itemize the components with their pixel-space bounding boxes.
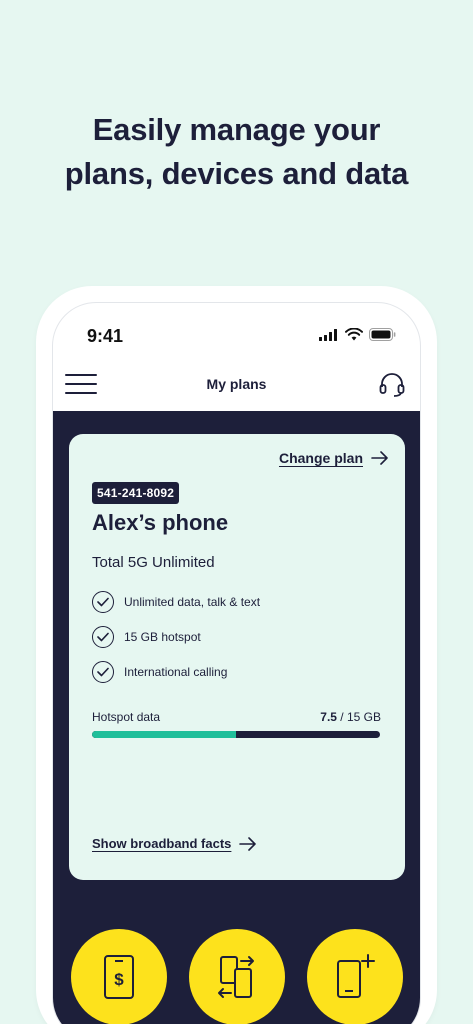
hotspot-used: 7.5 xyxy=(320,710,337,724)
headline: Easily manage your plans, devices and da… xyxy=(0,108,473,196)
feature-item: International calling xyxy=(92,661,227,683)
hotspot-progress-fill xyxy=(92,731,236,738)
hotspot-total: / 15 GB xyxy=(336,710,381,724)
device-name: Alex’s phone xyxy=(92,510,229,535)
headset-icon[interactable] xyxy=(378,370,406,398)
status-icons xyxy=(319,328,396,341)
add-device-icon xyxy=(337,954,375,998)
feature-label: 15 GB hotspot xyxy=(124,630,201,644)
cellular-signal-icon xyxy=(319,328,337,341)
headline-line-2: plans, devices and data xyxy=(64,156,409,191)
change-plan-link[interactable]: Change plan xyxy=(279,450,389,466)
arrow-right-icon xyxy=(371,451,388,465)
feature-item: Unlimited data, talk & text xyxy=(92,591,260,613)
pay-bill-icon: $ xyxy=(104,955,134,999)
feature-label: International calling xyxy=(124,665,228,679)
plans-section: Change plan 541-241-8092 Alex’s phone To… xyxy=(53,411,420,1024)
checkmark-icon xyxy=(92,591,114,613)
hotspot-usage: 7.5 / 15 GB xyxy=(320,710,381,724)
broadband-facts-label: Show broadband facts xyxy=(92,836,232,851)
svg-text:$: $ xyxy=(114,970,124,989)
transfer-phone-icon xyxy=(218,956,254,998)
hotspot-label: Hotspot data xyxy=(92,710,161,724)
phone-screen: 9:41 My plans Change plan 541-241-8092 A… xyxy=(52,302,421,1024)
page-title: My plans xyxy=(206,376,267,392)
battery-icon xyxy=(369,328,396,341)
headline-line-1: Easily manage your xyxy=(92,112,381,147)
change-plan-label: Change plan xyxy=(278,450,363,466)
plan-name: Total 5G Unlimited xyxy=(92,554,215,571)
pay-bill-button[interactable]: $ xyxy=(71,929,167,1024)
feature-item: 15 GB hotspot xyxy=(92,626,201,648)
checkmark-icon xyxy=(92,626,114,648)
status-bar: 9:41 xyxy=(53,303,420,363)
broadband-facts-link[interactable]: Show broadband facts xyxy=(92,836,257,851)
feature-label: Unlimited data, talk & text xyxy=(124,595,261,609)
status-time: 9:41 xyxy=(87,326,124,346)
add-device-button[interactable] xyxy=(307,929,403,1024)
hotspot-progress-bar xyxy=(92,731,380,738)
plan-card: Change plan 541-241-8092 Alex’s phone To… xyxy=(69,434,405,880)
phone-number-badge: 541-241-8092 xyxy=(92,482,180,504)
checkmark-icon xyxy=(92,661,114,683)
wifi-icon xyxy=(345,328,363,341)
transfer-phone-button[interactable] xyxy=(189,929,285,1024)
nav-bar: My plans xyxy=(53,365,420,411)
arrow-right-icon xyxy=(239,836,257,851)
